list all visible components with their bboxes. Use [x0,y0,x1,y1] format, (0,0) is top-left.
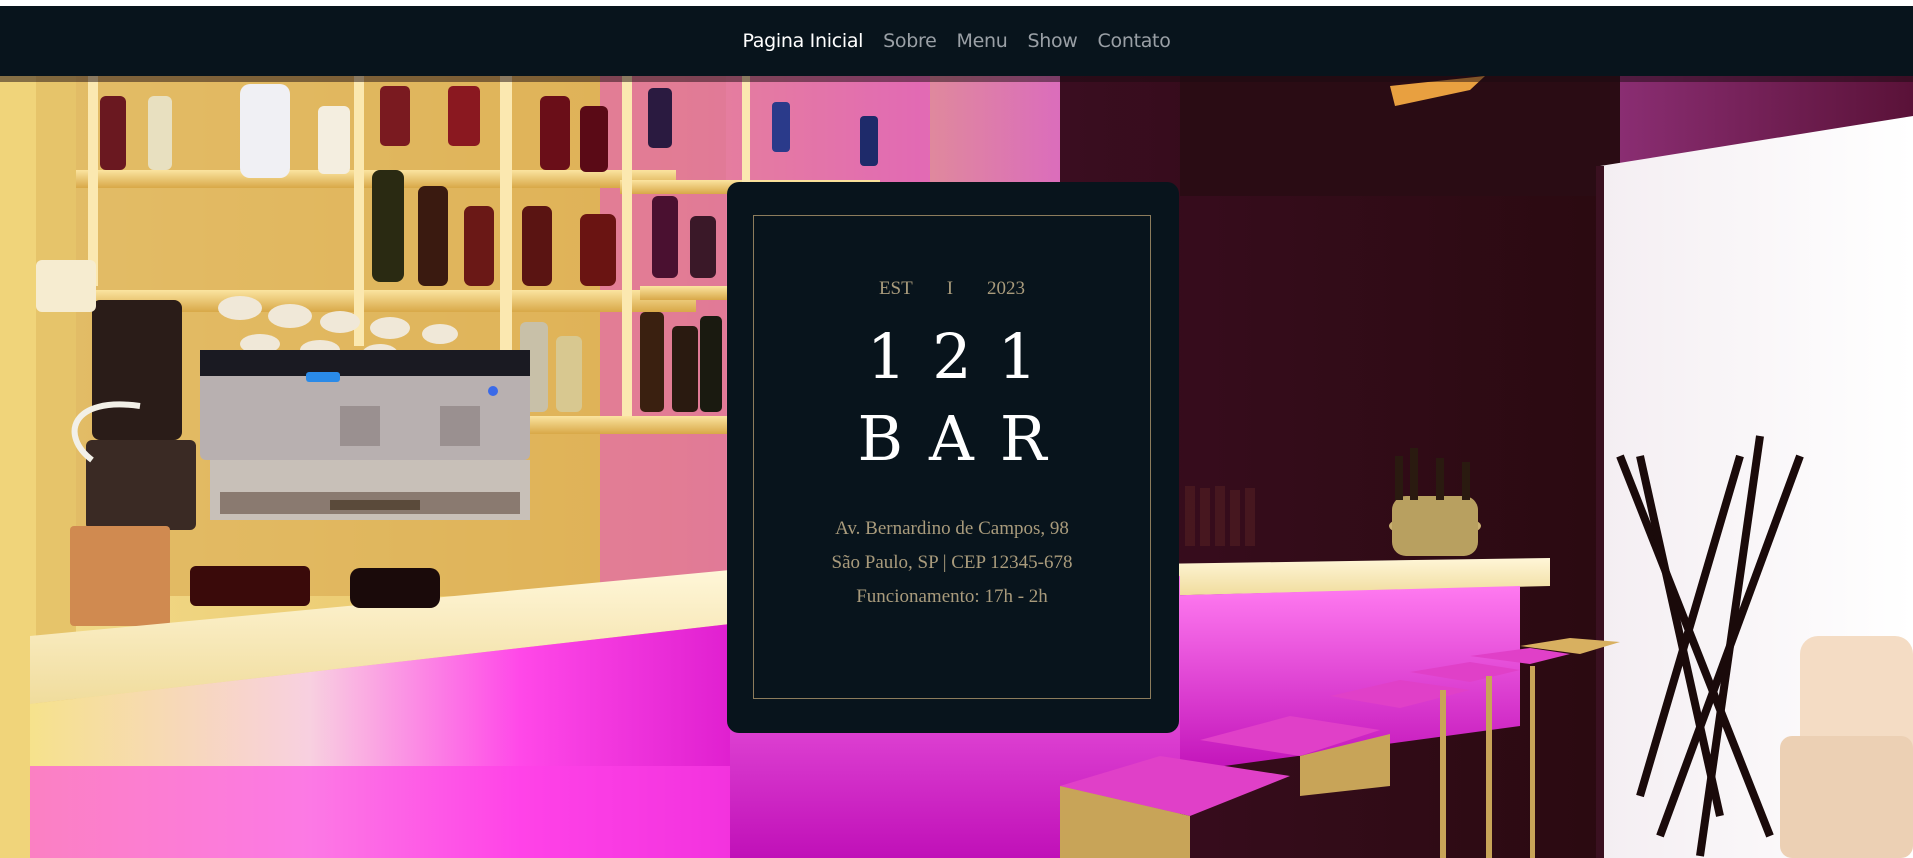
hero-card-frame: EST I 2023 121 BAR Av. Bernardino de Cam… [753,215,1151,699]
page: Pagina Inicial Sobre Menu Show Contato E… [0,0,1913,858]
hero-card: EST I 2023 121 BAR Av. Bernardino de Cam… [727,182,1179,733]
brand-name-line-2: BAR [857,402,1073,475]
nav-item-sobre[interactable]: Sobre [883,30,937,52]
nav-item-show[interactable]: Show [1027,30,1077,52]
nav-item-pagina-inicial[interactable]: Pagina Inicial [742,30,863,52]
est-year: 2023 [987,278,1026,299]
address-city: São Paulo, SP | CEP 12345-678 [831,552,1073,573]
nav-links: Pagina Inicial Sobre Menu Show Contato [742,30,1170,52]
address-block: Av. Bernardino de Campos, 98 São Paulo, … [754,512,1150,614]
top-navbar: Pagina Inicial Sobre Menu Show Contato [0,6,1913,76]
established-line: EST I 2023 [754,278,1150,300]
brand-name-line-1: 121 [866,320,1064,393]
opening-hours: Funcionamento: 17h - 2h [856,586,1048,607]
nav-item-menu[interactable]: Menu [956,30,1007,52]
address-street: Av. Bernardino de Campos, 98 [835,518,1069,539]
est-separator: I [946,278,954,299]
est-label: EST [878,278,913,299]
nav-item-contato[interactable]: Contato [1098,30,1171,52]
